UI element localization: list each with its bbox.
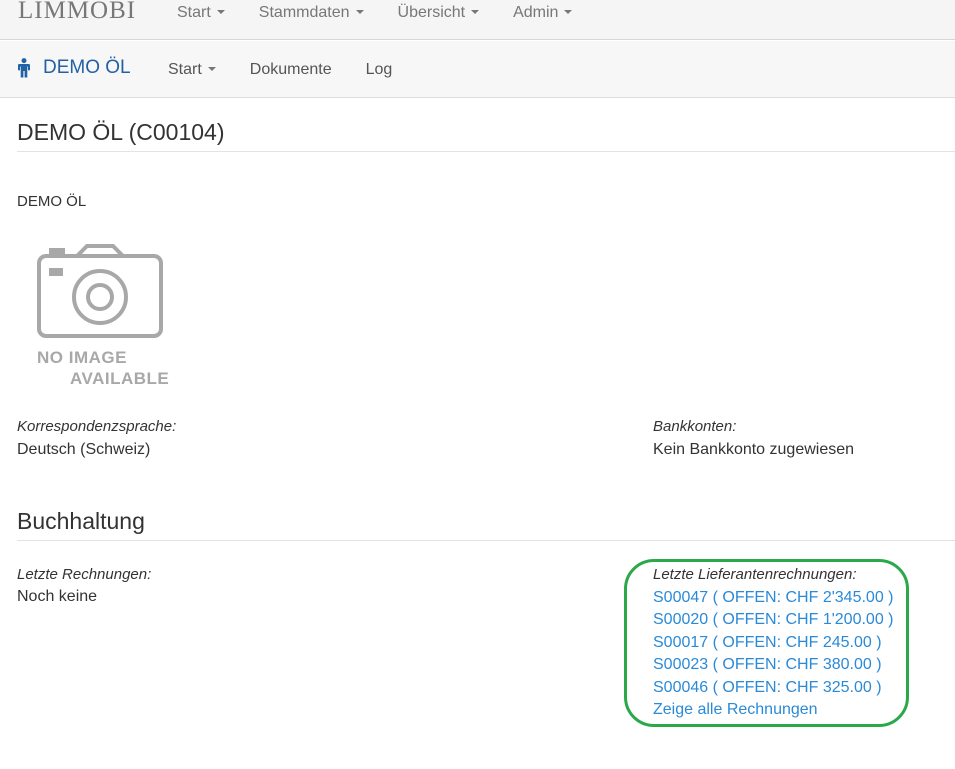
list-item: S00017 ( OFFEN: CHF 245.00 ) [653, 632, 893, 654]
contact-brand-label: DEMO ÖL [43, 57, 131, 78]
top-menu: Start Stammdaten Übersicht Admin [177, 4, 606, 22]
list-item: Zeige alle Rechnungen [653, 699, 893, 721]
no-image-line1: NO IMAGE [37, 348, 127, 367]
list-item: S00046 ( OFFEN: CHF 325.00 ) [653, 677, 893, 699]
app-brand[interactable]: LIMMOBI [18, 0, 136, 25]
top-menu-start[interactable]: Start [177, 4, 225, 22]
camera-icon [37, 244, 163, 338]
top-menu-uebersicht[interactable]: Übersicht [398, 4, 480, 22]
recent-invoices-label: Letzte Rechnungen: [17, 566, 152, 583]
caret-down-icon [207, 67, 216, 71]
contact-menu-log[interactable]: Log [366, 61, 393, 79]
caret-down-icon [216, 10, 225, 14]
caret-down-icon [471, 10, 480, 14]
sub-navbar: DEMO ÖL Start Dokumente Log [0, 41, 955, 98]
title-divider [17, 151, 955, 152]
top-menu-uebersicht-label: Übersicht [397, 4, 466, 21]
no-image-line2: AVAILABLE [70, 369, 170, 388]
top-menu-start-label: Start [177, 4, 211, 21]
correspondence-language-value: Deutsch (Schweiz) [17, 441, 151, 458]
caret-down-icon [564, 10, 573, 14]
no-image-placeholder: NO IMAGE AVAILABLE [35, 242, 175, 392]
supplier-invoice-list: S00047 ( OFFEN: CHF 2'345.00 ) S00020 ( … [653, 587, 893, 721]
supplier-invoice-link[interactable]: S00047 ( OFFEN: CHF 2'345.00 ) [653, 589, 893, 606]
accounting-divider [17, 540, 955, 541]
supplier-invoice-link[interactable]: S00017 ( OFFEN: CHF 245.00 ) [653, 634, 882, 651]
contact-menu-start-label: Start [168, 61, 202, 78]
bank-accounts-label: Bankkonten: [653, 418, 737, 435]
list-item: S00023 ( OFFEN: CHF 380.00 ) [653, 654, 893, 676]
contact-menu-start[interactable]: Start [168, 61, 216, 79]
contact-brand-link[interactable]: DEMO ÖL [17, 57, 131, 79]
top-menu-admin-label: Admin [513, 4, 559, 21]
show-all-invoices-link[interactable]: Zeige alle Rechnungen [653, 701, 818, 718]
caret-down-icon [355, 10, 364, 14]
supplier-invoice-link[interactable]: S00023 ( OFFEN: CHF 380.00 ) [653, 656, 882, 673]
top-navbar: LIMMOBI Start Stammdaten Übersicht Admin [0, 0, 955, 40]
contact-menu: Start Dokumente Log [168, 61, 426, 79]
top-menu-stammdaten-label: Stammdaten [258, 4, 350, 21]
supplier-invoice-link[interactable]: S00046 ( OFFEN: CHF 325.00 ) [653, 679, 882, 696]
person-icon [17, 58, 31, 78]
bank-accounts-value: Kein Bankkonto zugewiesen [653, 441, 855, 458]
company-name: DEMO ÖL [17, 193, 87, 210]
recent-supplier-invoices-label: Letzte Lieferantenrechnungen: [653, 566, 857, 583]
page-title: DEMO ÖL (C00104) [17, 119, 225, 145]
recent-invoices-value: Noch keine [17, 588, 98, 605]
accounting-section-title: Buchhaltung [17, 508, 145, 534]
top-menu-stammdaten[interactable]: Stammdaten [259, 4, 364, 22]
list-item: S00020 ( OFFEN: CHF 1'200.00 ) [653, 609, 893, 631]
contact-menu-dokumente[interactable]: Dokumente [250, 61, 332, 79]
correspondence-language-label: Korrespondenzsprache: [17, 418, 177, 435]
list-item: S00047 ( OFFEN: CHF 2'345.00 ) [653, 587, 893, 609]
top-menu-admin[interactable]: Admin [513, 4, 573, 22]
supplier-invoice-link[interactable]: S00020 ( OFFEN: CHF 1'200.00 ) [653, 611, 893, 628]
